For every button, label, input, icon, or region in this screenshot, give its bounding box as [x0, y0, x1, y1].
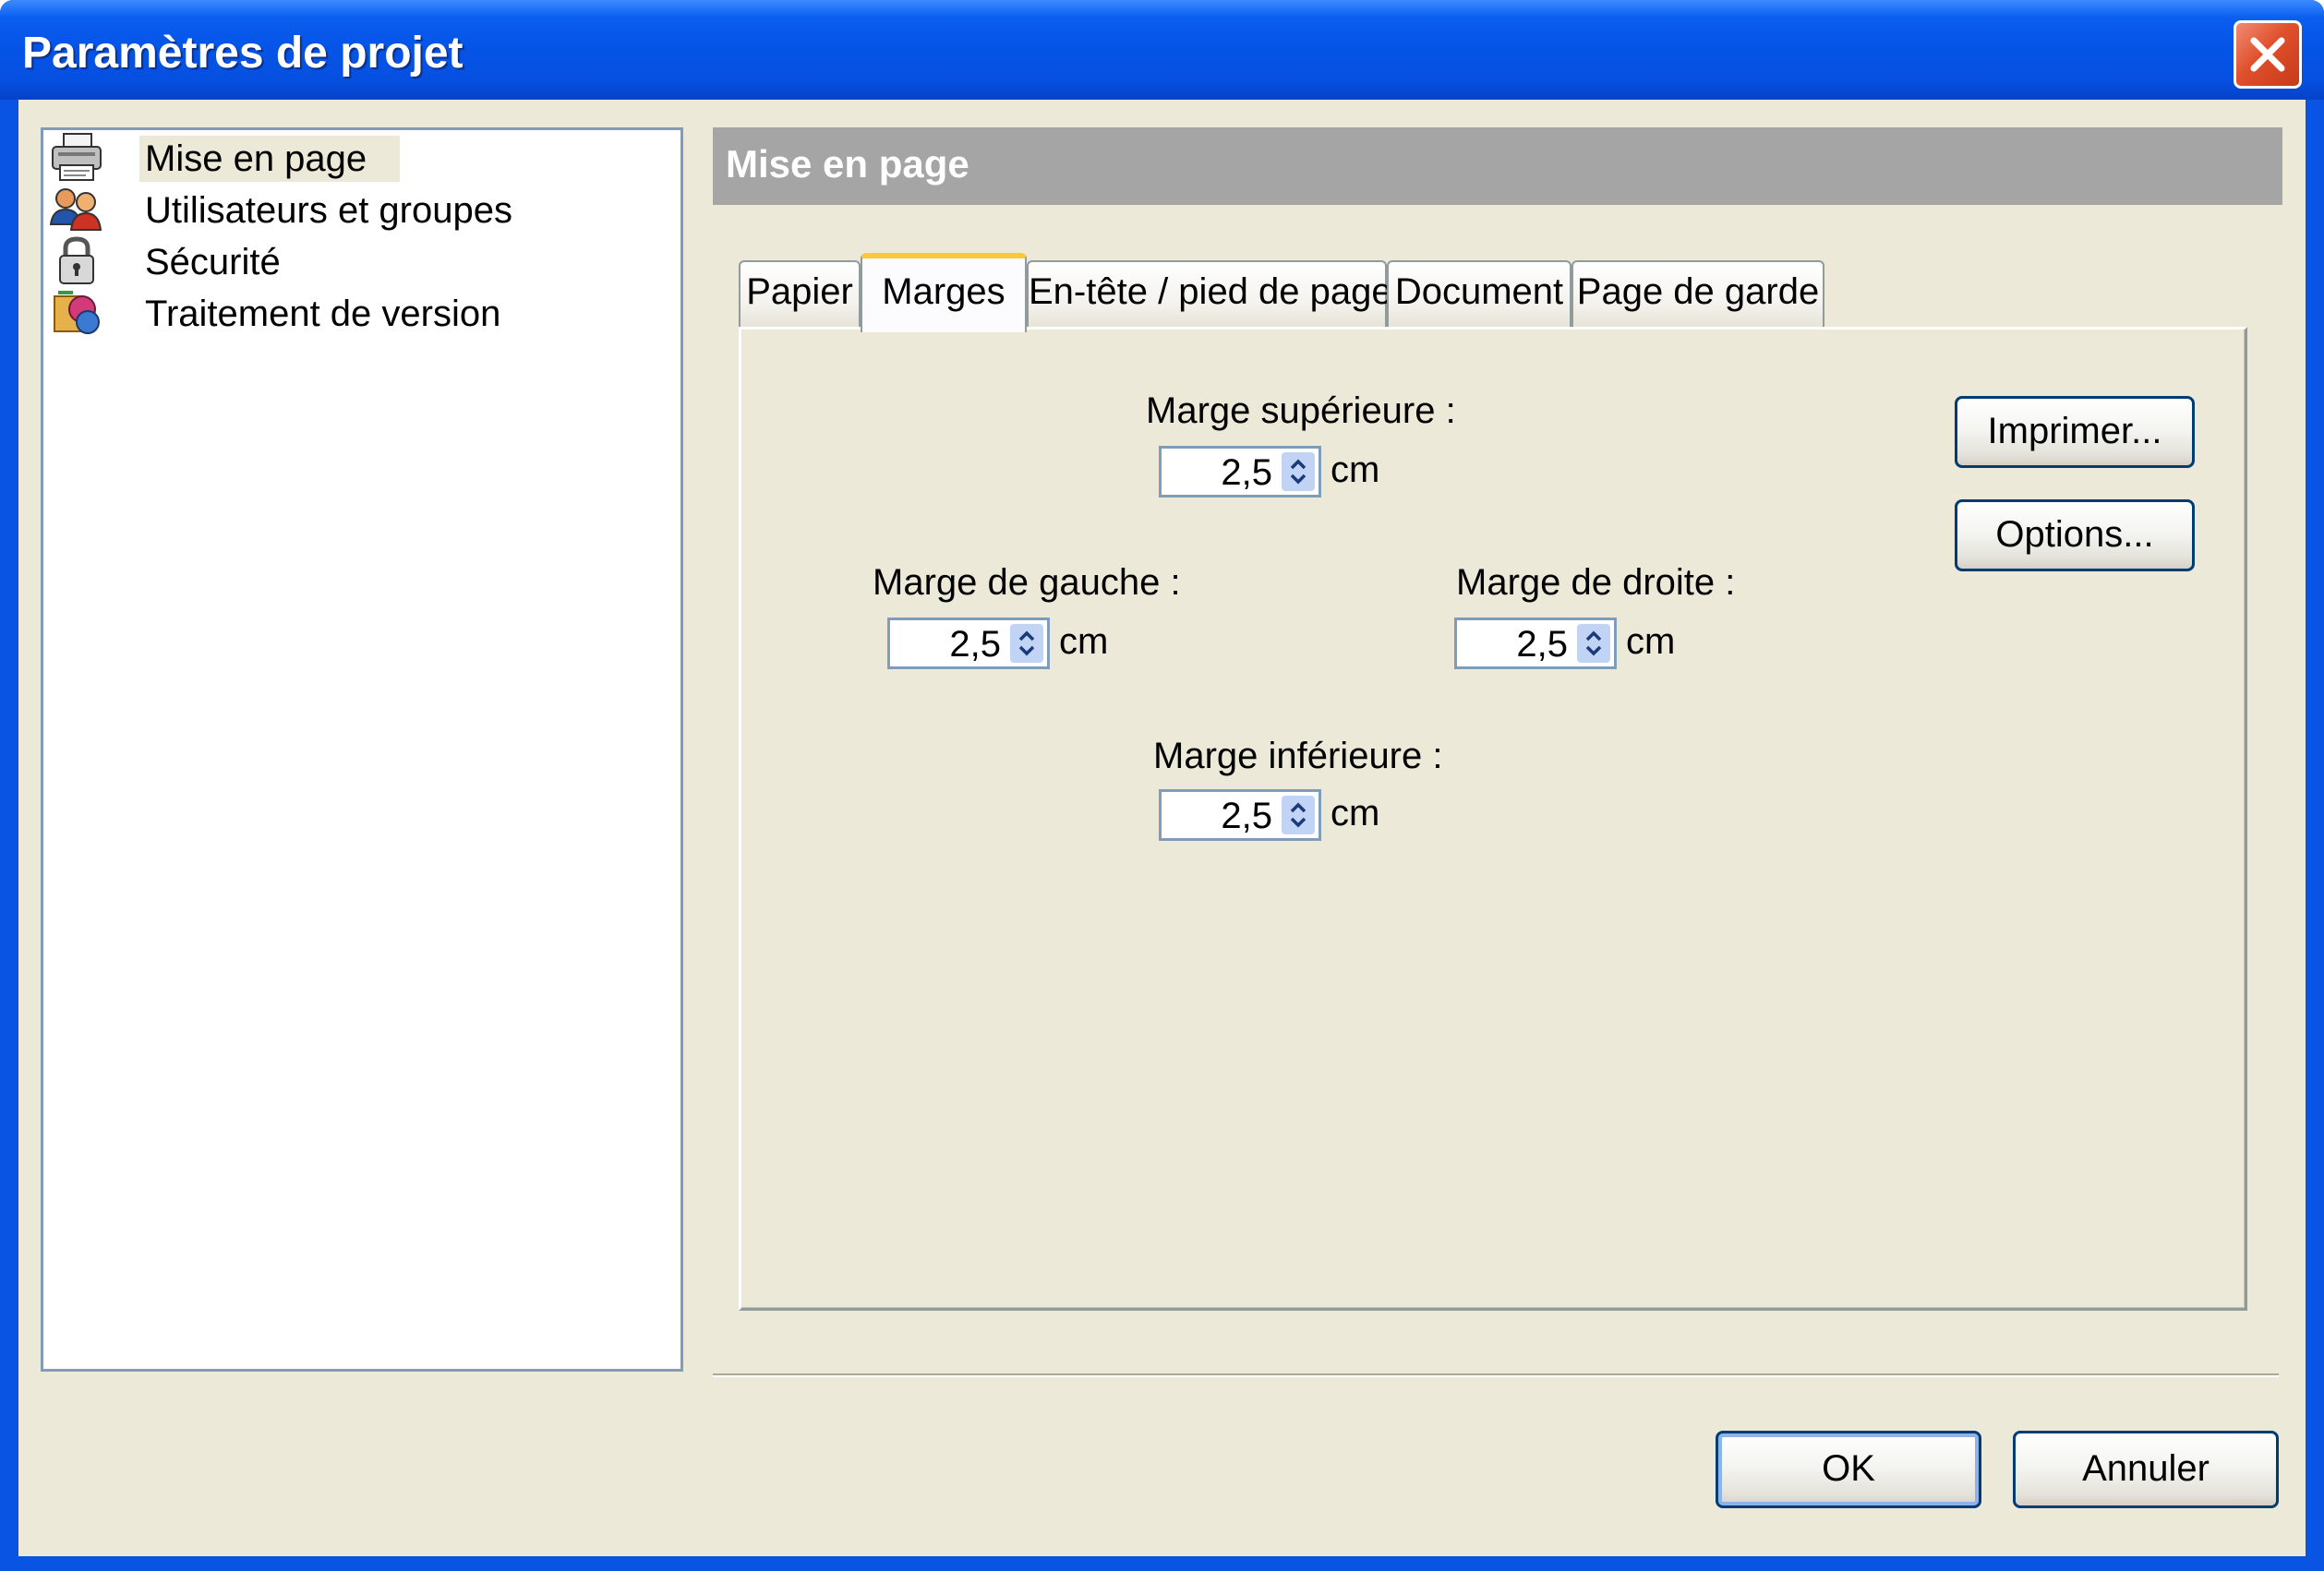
left-margin-label: Marge de gauche : [873, 562, 1181, 603]
up-down-arrows-icon [1018, 630, 1035, 656]
right-margin-spinbox[interactable]: 2,5 [1454, 618, 1617, 669]
tree-item-utilisateurs-et-groupes[interactable]: Utilisateurs et groupes [47, 184, 675, 235]
category-tree[interactable]: Mise en page Utilisateurs et groupes Séc… [41, 127, 683, 1372]
tab-page-marges: Marge supérieure : 2,5 cm Marge de gauch… [739, 327, 2247, 1311]
print-button-label: Imprimer... [1987, 411, 2162, 451]
title-bar[interactable]: Paramètres de projet [0, 0, 2324, 100]
print-button[interactable]: Imprimer... [1955, 396, 2195, 468]
top-margin-unit: cm [1331, 450, 1380, 490]
left-margin-spinbox[interactable]: 2,5 [887, 618, 1050, 669]
tab-label: Document [1394, 271, 1564, 312]
tab-marges[interactable]: Marges [861, 253, 1027, 332]
footer-divider [713, 1373, 2279, 1377]
tab-label: Page de garde [1576, 271, 1820, 312]
close-button[interactable] [2234, 20, 2302, 89]
spinbox-arrows[interactable] [1010, 624, 1043, 663]
tree-item-label: Sécurité [145, 242, 281, 282]
dialog-window: Paramètres de projet Mise en page Utilis… [0, 0, 2324, 1571]
up-down-arrows-icon [1585, 630, 1602, 656]
tab-label: Marges [882, 271, 1005, 312]
tab-label: En-tête / pied de page [1029, 271, 1392, 312]
spinbox-arrows[interactable] [1282, 796, 1315, 834]
tab-page-de-garde[interactable]: Page de garde [1571, 260, 1824, 329]
top-margin-spinbox[interactable]: 2,5 [1159, 446, 1321, 498]
bottom-margin-unit: cm [1331, 793, 1380, 833]
spinbox-value: 2,5 [1221, 452, 1272, 493]
right-margin-unit: cm [1626, 621, 1676, 662]
tree-item-traitement-de-version[interactable]: Traitement de version [47, 287, 675, 339]
tree-item-label: Mise en page [139, 136, 401, 182]
up-down-arrows-icon [1290, 802, 1306, 828]
close-icon [2250, 37, 2285, 72]
tab-papier[interactable]: Papier [739, 260, 861, 329]
tree-item-label: Traitement de version [145, 294, 501, 334]
window-title: Paramètres de projet [22, 29, 464, 78]
version-processing-icon [49, 287, 104, 339]
dialog-client-area: Mise en page Utilisateurs et groupes Séc… [18, 100, 2306, 1556]
tab-label: Papier [746, 271, 853, 312]
top-margin-label: Marge supérieure : [1146, 390, 1456, 431]
options-button-label: Options... [1995, 514, 2154, 555]
right-margin-label: Marge de droite : [1456, 562, 1736, 603]
spinbox-arrows[interactable] [1282, 452, 1315, 491]
padlock-icon [49, 235, 104, 287]
bottom-margin-label: Marge inférieure : [1153, 736, 1443, 776]
section-header-title: Mise en page [726, 142, 969, 186]
cancel-button[interactable]: Annuler [2013, 1431, 2279, 1508]
ok-button-label: OK [1822, 1448, 1875, 1489]
spinbox-value: 2,5 [949, 624, 1001, 665]
cancel-button-label: Annuler [2082, 1448, 2210, 1489]
tab-en-tete-pied-de-page[interactable]: En-tête / pied de page [1027, 260, 1392, 329]
spinbox-value: 2,5 [1221, 796, 1272, 836]
users-icon [49, 184, 104, 235]
section-header: Mise en page [713, 127, 2282, 205]
tree-item-label: Utilisateurs et groupes [145, 190, 512, 231]
up-down-arrows-icon [1290, 459, 1306, 485]
left-margin-unit: cm [1059, 621, 1109, 662]
tab-document[interactable]: Document [1387, 260, 1571, 329]
spinbox-arrows[interactable] [1577, 624, 1610, 663]
ok-button[interactable]: OK [1716, 1431, 1981, 1508]
printer-icon [49, 132, 104, 184]
tree-item-mise-en-page[interactable]: Mise en page [47, 132, 675, 184]
options-button[interactable]: Options... [1955, 499, 2195, 571]
spinbox-value: 2,5 [1516, 624, 1568, 665]
tree-item-securite[interactable]: Sécurité [47, 235, 675, 287]
bottom-margin-spinbox[interactable]: 2,5 [1159, 789, 1321, 841]
